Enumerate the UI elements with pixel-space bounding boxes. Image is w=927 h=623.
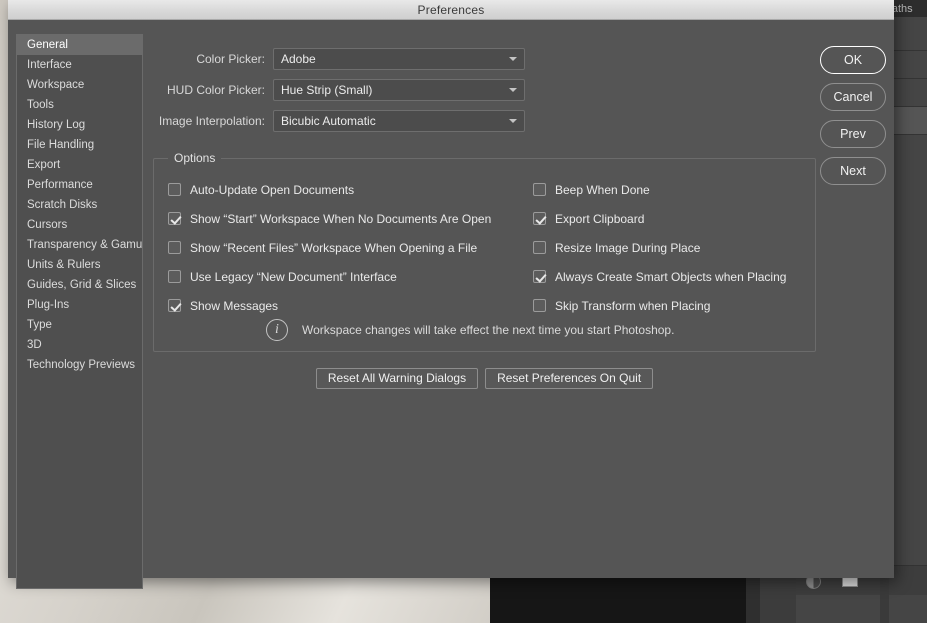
dialog-titlebar: Preferences <box>8 0 894 20</box>
checkbox-unchecked-icon[interactable] <box>533 241 546 254</box>
checkbox-unchecked-icon[interactable] <box>168 241 181 254</box>
checkbox-unchecked-icon[interactable] <box>168 183 181 196</box>
chevron-down-icon <box>509 88 517 92</box>
options-group: Options Auto-Update Open Documents Show … <box>153 151 816 352</box>
sidebar-item-interface[interactable]: Interface <box>17 55 142 75</box>
color-picker-select[interactable]: Adobe <box>273 48 525 70</box>
option-label: Always Create Smart Objects when Placing <box>555 269 787 284</box>
sidebar-item-transparency-gamut[interactable]: Transparency & Gamut <box>17 235 142 255</box>
option-skip-transform-when-placing[interactable]: Skip Transform when Placing <box>533 291 786 320</box>
hud-color-picker-label: HUD Color Picker: <box>166 83 265 97</box>
option-resize-image-during-place[interactable]: Resize Image During Place <box>533 233 786 262</box>
sidebar-item-guides-grid-slices[interactable]: Guides, Grid & Slices <box>17 275 142 295</box>
sidebar-item-export[interactable]: Export <box>17 155 142 175</box>
info-icon: i <box>266 319 288 341</box>
checkbox-checked-icon[interactable] <box>168 299 181 312</box>
chevron-down-icon <box>509 57 517 61</box>
preferences-dialog: Preferences General Interface Workspace … <box>8 0 894 589</box>
option-label: Show “Start” Workspace When No Documents… <box>190 211 492 226</box>
sidebar-item-technology-previews[interactable]: Technology Previews <box>17 355 142 375</box>
color-picker-row: Color Picker: Adobe <box>153 48 528 70</box>
reset-button-bar: Reset All Warning Dialogs Reset Preferen… <box>153 368 816 389</box>
color-picker-label: Color Picker: <box>196 52 265 66</box>
sidebar-item-type[interactable]: Type <box>17 315 142 335</box>
sidebar-item-workspace[interactable]: Workspace <box>17 75 142 95</box>
checkbox-unchecked-icon[interactable] <box>533 299 546 312</box>
options-right-column: Beep When Done Export Clipboard Resize I… <box>533 175 786 320</box>
reset-all-warning-dialogs-button[interactable]: Reset All Warning Dialogs <box>315 368 479 389</box>
option-show-messages[interactable]: Show Messages <box>168 291 491 320</box>
sidebar-item-scratch-disks[interactable]: Scratch Disks <box>17 195 142 215</box>
image-interpolation-value: Bicubic Automatic <box>281 114 376 128</box>
next-button[interactable]: Next <box>820 157 886 185</box>
option-label: Show Messages <box>190 298 279 313</box>
option-label: Show “Recent Files” Workspace When Openi… <box>190 240 478 255</box>
option-label: Beep When Done <box>555 182 650 197</box>
option-beep-when-done[interactable]: Beep When Done <box>533 175 786 204</box>
option-show-start-workspace[interactable]: Show “Start” Workspace When No Documents… <box>168 204 491 233</box>
dialog-action-buttons: OK Cancel Prev Next <box>820 46 886 194</box>
option-export-clipboard[interactable]: Export Clipboard <box>533 204 786 233</box>
option-show-recent-files-workspace[interactable]: Show “Recent Files” Workspace When Openi… <box>168 233 491 262</box>
option-use-legacy-new-document[interactable]: Use Legacy “New Document” Interface <box>168 262 491 291</box>
ok-button[interactable]: OK <box>820 46 886 74</box>
options-group-title: Options <box>168 151 222 165</box>
checkbox-unchecked-icon[interactable] <box>533 183 546 196</box>
option-label: Auto-Update Open Documents <box>190 182 355 197</box>
sidebar-item-general[interactable]: General <box>17 35 142 55</box>
hud-color-picker-value: Hue Strip (Small) <box>281 83 373 97</box>
option-always-create-smart-objects[interactable]: Always Create Smart Objects when Placing <box>533 262 786 291</box>
sidebar-item-units-rulers[interactable]: Units & Rulers <box>17 255 142 275</box>
chevron-down-icon <box>509 119 517 123</box>
reset-preferences-on-quit-button[interactable]: Reset Preferences On Quit <box>485 368 654 389</box>
sidebar-item-history-log[interactable]: History Log <box>17 115 142 135</box>
checkbox-checked-icon[interactable] <box>533 212 546 225</box>
sidebar-item-file-handling[interactable]: File Handling <box>17 135 142 155</box>
sidebar-item-plug-ins[interactable]: Plug-Ins <box>17 295 142 315</box>
workspace-info-text: Workspace changes will take effect the n… <box>302 323 675 337</box>
options-left-column: Auto-Update Open Documents Show “Start” … <box>168 175 491 320</box>
option-auto-update-open-documents[interactable]: Auto-Update Open Documents <box>168 175 491 204</box>
prev-button[interactable]: Prev <box>820 120 886 148</box>
checkbox-checked-icon[interactable] <box>533 270 546 283</box>
workspace-info-message: i Workspace changes will take effect the… <box>266 319 674 341</box>
image-interpolation-select[interactable]: Bicubic Automatic <box>273 110 525 132</box>
checkbox-unchecked-icon[interactable] <box>168 270 181 283</box>
dialog-title: Preferences <box>417 2 485 17</box>
cancel-button[interactable]: Cancel <box>820 83 886 111</box>
hud-color-picker-select[interactable]: Hue Strip (Small) <box>273 79 525 101</box>
dialog-body: General Interface Workspace Tools Histor… <box>8 20 894 589</box>
checkbox-checked-icon[interactable] <box>168 212 181 225</box>
image-interpolation-row: Image Interpolation: Bicubic Automatic <box>153 110 528 132</box>
image-interpolation-label: Image Interpolation: <box>158 114 265 128</box>
sidebar-item-performance[interactable]: Performance <box>17 175 142 195</box>
option-label: Skip Transform when Placing <box>555 298 711 313</box>
sidebar-item-tools[interactable]: Tools <box>17 95 142 115</box>
sidebar-item-3d[interactable]: 3D <box>17 335 142 355</box>
preferences-category-list[interactable]: General Interface Workspace Tools Histor… <box>16 34 143 589</box>
hud-color-picker-row: HUD Color Picker: Hue Strip (Small) <box>153 79 528 101</box>
color-picker-value: Adobe <box>281 52 316 66</box>
option-label: Resize Image During Place <box>555 240 701 255</box>
option-label: Export Clipboard <box>555 211 645 226</box>
option-label: Use Legacy “New Document” Interface <box>190 269 397 284</box>
sidebar-item-cursors[interactable]: Cursors <box>17 215 142 235</box>
